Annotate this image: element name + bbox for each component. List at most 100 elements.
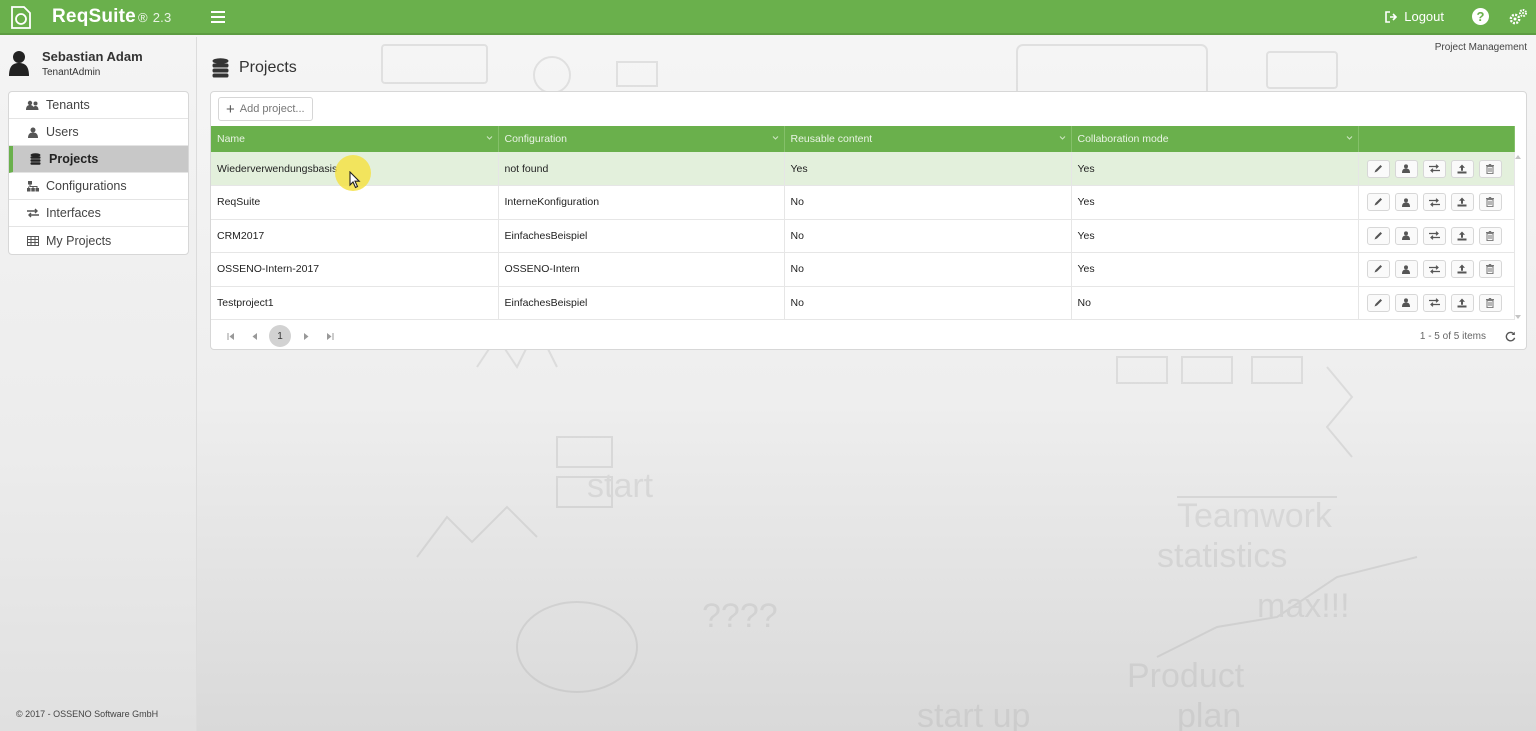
chevron-down-icon[interactable] [772, 134, 779, 141]
cell-configuration[interactable]: EinfachesBeispiel [498, 286, 785, 320]
page-header: Projects [212, 58, 297, 78]
cell-actions [1358, 252, 1515, 287]
scroll-down-icon[interactable] [1515, 315, 1521, 319]
app-logo-icon[interactable] [6, 2, 36, 32]
chevron-down-icon[interactable] [486, 134, 493, 141]
cell-reusable-content[interactable]: Yes [784, 152, 1072, 186]
logout-button[interactable]: Logout [1385, 9, 1444, 24]
cell-reusable-content[interactable]: No [784, 219, 1072, 253]
settings-gears-icon[interactable] [1508, 8, 1528, 26]
edit-icon [1373, 197, 1383, 207]
upload-button[interactable] [1450, 226, 1474, 245]
cell-collaboration-mode[interactable]: Yes [1071, 219, 1359, 253]
edit-button[interactable] [1366, 226, 1390, 245]
refresh-icon[interactable] [1505, 331, 1516, 342]
user-icon [1402, 298, 1410, 308]
user-button[interactable] [1394, 159, 1418, 178]
current-page-button[interactable]: 1 [269, 325, 291, 347]
edit-button[interactable] [1366, 293, 1390, 312]
sidebar-item-label: Tenants [46, 98, 90, 112]
cell-collaboration-mode[interactable]: Yes [1071, 152, 1359, 186]
chevron-down-icon[interactable] [1346, 134, 1353, 141]
app-brand: ReqSuite ® 2.3 [52, 6, 171, 28]
sidebar-item-label: Users [46, 125, 79, 139]
previous-page-icon[interactable] [245, 327, 264, 346]
last-page-icon[interactable] [320, 327, 339, 346]
hamburger-menu-icon[interactable] [211, 10, 226, 23]
help-icon[interactable]: ? [1472, 8, 1489, 25]
sidebar-item-tenants[interactable]: Tenants [9, 92, 188, 119]
cell-name[interactable]: CRM2017 [211, 219, 499, 253]
cell-configuration[interactable]: OSSENO-Intern [498, 252, 785, 287]
sidebar-item-configurations[interactable]: Configurations [9, 173, 188, 200]
upload-button[interactable] [1450, 260, 1474, 279]
footer-copyright: © 2017 - OSSENO Software GmbH [16, 709, 159, 719]
user-button[interactable] [1394, 293, 1418, 312]
exchange-icon [1428, 198, 1440, 207]
table-row[interactable]: Wiederverwendungsbasis not found Yes Yes [211, 152, 1515, 186]
svg-text:Teamwork: Teamwork [1177, 497, 1333, 535]
sidebar-nav: Tenants Users Projects Configurations In… [8, 91, 189, 255]
user-button[interactable] [1394, 226, 1418, 245]
cell-reusable-content[interactable]: No [784, 252, 1072, 287]
cell-collaboration-mode[interactable]: No [1071, 286, 1359, 320]
trash-button[interactable] [1478, 193, 1502, 212]
exchange-icon [1428, 298, 1440, 307]
plus-icon: + [226, 100, 235, 118]
exchange-button[interactable] [1422, 293, 1446, 312]
chevron-down-icon[interactable] [1059, 134, 1066, 141]
cell-collaboration-mode[interactable]: Yes [1071, 252, 1359, 287]
column-header-name[interactable]: Name [211, 126, 499, 152]
user-button[interactable] [1394, 193, 1418, 212]
next-page-icon[interactable] [296, 327, 315, 346]
edit-icon [1373, 164, 1383, 174]
cell-collaboration-mode[interactable]: Yes [1071, 185, 1359, 220]
trash-button[interactable] [1478, 293, 1502, 312]
table-row[interactable]: ReqSuite InterneKonfiguration No Yes [211, 185, 1515, 220]
upload-icon [1457, 197, 1467, 207]
trash-button[interactable] [1478, 226, 1502, 245]
upload-button[interactable] [1450, 159, 1474, 178]
table-row[interactable]: CRM2017 EinfachesBeispiel No Yes [211, 219, 1515, 253]
user-icon [1402, 198, 1410, 207]
exchange-button[interactable] [1422, 226, 1446, 245]
scroll-up-icon[interactable] [1515, 155, 1521, 159]
edit-button[interactable] [1366, 260, 1390, 279]
trash-button[interactable] [1478, 260, 1502, 279]
table-row[interactable]: OSSENO-Intern-2017 OSSENO-Intern No Yes [211, 252, 1515, 287]
sidebar-item-interfaces[interactable]: Interfaces [9, 200, 188, 227]
exchange-button[interactable] [1422, 260, 1446, 279]
trash-button[interactable] [1478, 159, 1502, 178]
column-header-configuration[interactable]: Configuration [498, 126, 785, 152]
cell-configuration[interactable]: not found [498, 152, 785, 186]
cell-name[interactable]: OSSENO-Intern-2017 [211, 252, 499, 287]
cell-actions [1358, 286, 1515, 320]
sidebar: Sebastian Adam TenantAdmin Tenants Users… [0, 37, 197, 731]
cell-configuration[interactable]: EinfachesBeispiel [498, 219, 785, 253]
svg-text:start up: start up [917, 697, 1030, 731]
first-page-icon[interactable] [221, 327, 240, 346]
column-header-collaboration-mode[interactable]: Collaboration mode [1071, 126, 1359, 152]
cell-reusable-content[interactable]: No [784, 286, 1072, 320]
grid-scrollbar[interactable] [1514, 153, 1524, 321]
upload-button[interactable] [1450, 193, 1474, 212]
cell-reusable-content[interactable]: No [784, 185, 1072, 220]
sidebar-item-label: Interfaces [46, 206, 101, 220]
cell-name[interactable]: Testproject1 [211, 286, 499, 320]
sidebar-item-users[interactable]: Users [9, 119, 188, 146]
upload-button[interactable] [1450, 293, 1474, 312]
column-header-reusable-content[interactable]: Reusable content [784, 126, 1072, 152]
user-button[interactable] [1394, 260, 1418, 279]
table-row[interactable]: Testproject1 EinfachesBeispiel No No [211, 286, 1515, 320]
exchange-button[interactable] [1422, 193, 1446, 212]
add-project-button[interactable]: + Add project... [218, 97, 313, 121]
cell-configuration[interactable]: InterneKonfiguration [498, 185, 785, 220]
sign-out-icon [1385, 10, 1398, 23]
logout-label: Logout [1404, 9, 1444, 24]
upload-icon [1457, 231, 1467, 241]
exchange-button[interactable] [1422, 159, 1446, 178]
edit-button[interactable] [1366, 193, 1390, 212]
sidebar-item-projects[interactable]: Projects [9, 146, 188, 173]
sidebar-item-my-projects[interactable]: My Projects [9, 227, 188, 254]
edit-button[interactable] [1366, 159, 1390, 178]
